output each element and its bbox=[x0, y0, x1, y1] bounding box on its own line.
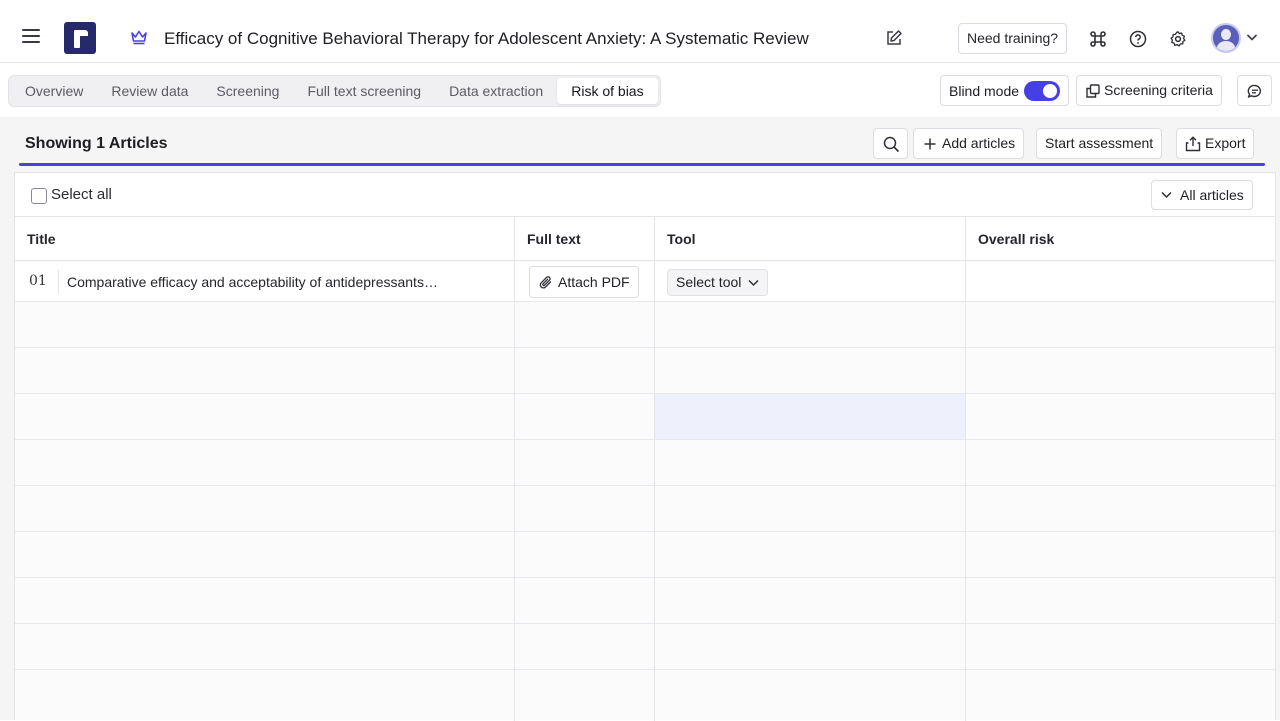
empty-row bbox=[15, 578, 1275, 624]
avatar[interactable] bbox=[1211, 23, 1241, 53]
export-icon bbox=[1185, 136, 1201, 152]
column-divider bbox=[514, 217, 515, 721]
app-logo[interactable] bbox=[64, 22, 96, 54]
empty-row bbox=[15, 348, 1275, 394]
blind-mode-toggle[interactable] bbox=[1024, 80, 1061, 101]
select-all-label[interactable]: Select all bbox=[51, 186, 112, 203]
select-all-row: Select all All articles bbox=[15, 173, 1275, 217]
need-training-button[interactable]: Need training? bbox=[958, 23, 1068, 54]
tab-full-text-screening[interactable]: Full text screening bbox=[293, 78, 435, 104]
copy-icon bbox=[1086, 84, 1100, 98]
chevron-down-icon bbox=[1161, 191, 1172, 199]
start-assessment-button[interactable]: Start assessment bbox=[1036, 128, 1163, 159]
plus-icon bbox=[924, 138, 936, 150]
tab-overview[interactable]: Overview bbox=[11, 78, 97, 104]
edit-icon[interactable] bbox=[885, 29, 903, 47]
filter-dropdown[interactable]: All articles bbox=[1151, 180, 1253, 210]
empty-row bbox=[15, 624, 1275, 670]
attach-pdf-button[interactable]: Attach PDF bbox=[529, 266, 639, 298]
crown-icon bbox=[131, 30, 147, 45]
search-button[interactable] bbox=[873, 128, 908, 159]
select-tool-dropdown[interactable]: Select tool bbox=[667, 269, 769, 296]
paperclip-icon bbox=[539, 276, 552, 289]
column-header-overall-risk[interactable]: Overall risk bbox=[966, 217, 1054, 261]
column-header-tool[interactable]: Tool bbox=[655, 217, 696, 261]
empty-row bbox=[15, 394, 1275, 440]
screening-criteria-button[interactable]: Screening criteria bbox=[1076, 75, 1222, 106]
tab-bar: Overview Review data Screening Full text… bbox=[8, 75, 661, 107]
screening-criteria-label: Screening criteria bbox=[1104, 82, 1213, 98]
search-icon bbox=[883, 136, 900, 153]
articles-table: Select all All articles Title Full text … bbox=[14, 172, 1276, 721]
showing-count: Showing 1 Articles bbox=[25, 135, 168, 152]
empty-row bbox=[15, 532, 1275, 578]
tab-screening[interactable]: Screening bbox=[202, 78, 293, 104]
select-all-checkbox[interactable] bbox=[31, 188, 47, 204]
table-row[interactable]: 01 Comparative efficacy and acceptabilit… bbox=[15, 262, 1275, 302]
export-label: Export bbox=[1205, 135, 1246, 151]
add-articles-button[interactable]: Add articles bbox=[913, 128, 1025, 159]
row-number: 01 bbox=[29, 273, 47, 289]
column-header-full-text[interactable]: Full text bbox=[515, 217, 581, 261]
comments-button[interactable] bbox=[1237, 75, 1272, 106]
help-icon[interactable] bbox=[1129, 30, 1147, 48]
tab-data-extraction[interactable]: Data extraction bbox=[435, 78, 557, 104]
blind-mode-control: Blind mode bbox=[940, 75, 1070, 106]
select-tool-label: Select tool bbox=[676, 274, 742, 290]
tab-review-data[interactable]: Review data bbox=[97, 78, 202, 104]
empty-row bbox=[15, 302, 1275, 348]
attach-pdf-label: Attach PDF bbox=[558, 274, 630, 290]
add-articles-label: Add articles bbox=[942, 135, 1016, 151]
top-bar: Efficacy of Cognitive Behavioral Therapy… bbox=[0, 0, 1280, 63]
export-button[interactable]: Export bbox=[1176, 128, 1255, 159]
table-header: Title Full text Tool Overall risk bbox=[15, 217, 1275, 261]
row-divider bbox=[58, 270, 59, 294]
chevron-down-icon[interactable] bbox=[1246, 32, 1258, 42]
review-title: Efficacy of Cognitive Behavioral Therapy… bbox=[164, 29, 809, 48]
empty-row bbox=[15, 440, 1275, 486]
gear-icon[interactable] bbox=[1169, 30, 1187, 48]
filter-label: All articles bbox=[1180, 187, 1244, 203]
hamburger-menu-icon[interactable] bbox=[22, 29, 40, 43]
column-divider bbox=[965, 217, 966, 721]
command-icon[interactable] bbox=[1089, 30, 1107, 48]
column-header-title[interactable]: Title bbox=[15, 217, 56, 261]
empty-row bbox=[15, 486, 1275, 532]
tab-risk-of-bias[interactable]: Risk of bias bbox=[557, 78, 658, 104]
accent-underline bbox=[19, 163, 1265, 166]
blind-mode-label: Blind mode bbox=[949, 82, 1020, 99]
article-title[interactable]: Comparative efficacy and acceptability o… bbox=[67, 274, 438, 290]
chat-icon bbox=[1247, 84, 1262, 98]
column-divider bbox=[654, 217, 655, 721]
chevron-down-icon bbox=[748, 279, 759, 287]
